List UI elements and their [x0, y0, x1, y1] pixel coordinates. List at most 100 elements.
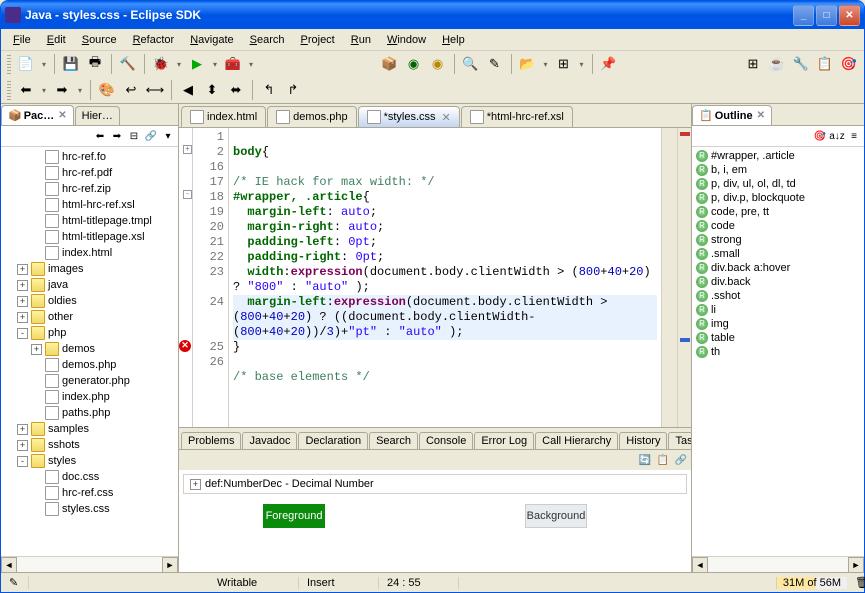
link-editor-icon[interactable]: 🔗 [673, 452, 689, 468]
new-package-button[interactable]: 📦 [379, 53, 401, 75]
fwd-icon[interactable]: ➡ [109, 128, 125, 144]
build-button[interactable]: 🔨 [117, 53, 139, 75]
external-tools-button[interactable]: 🧰 [222, 53, 244, 75]
coloring-button[interactable]: 🎨 [96, 79, 118, 101]
tree-item[interactable]: hrc-ref.zip [3, 181, 176, 197]
bottom-tab-error-log[interactable]: Error Log [474, 432, 534, 449]
run-button[interactable]: ▶ [186, 53, 208, 75]
hierarchy-tab[interactable]: Hier… [75, 106, 120, 125]
region-prev-button[interactable]: ↰ [258, 79, 280, 101]
titlebar[interactable]: Java - styles.css - Eclipse SDK _ □ ✕ [1, 1, 864, 29]
outline-item[interactable]: R.small [694, 247, 862, 261]
close-button[interactable]: ✕ [839, 5, 860, 26]
outline-item[interactable]: Rth [694, 345, 862, 359]
expand-icon[interactable]: + [17, 264, 28, 275]
outline-tree[interactable]: R#wrapper, .articleRb, i, emRp, div, ul,… [692, 147, 864, 556]
new-class-button[interactable]: ◉ [403, 53, 425, 75]
tree-item[interactable]: html-titlepage.xsl [3, 229, 176, 245]
tree-item[interactable]: index.php [3, 389, 176, 405]
outline-item[interactable]: Rcode, pre, tt [694, 205, 862, 219]
open-type-button[interactable]: 📂 [517, 53, 539, 75]
outline-item[interactable]: Rcode [694, 219, 862, 233]
expand-icon[interactable]: + [17, 312, 28, 323]
back-icon[interactable]: ⬅ [92, 128, 108, 144]
close-icon[interactable]: ✕ [58, 110, 66, 121]
scrollbar-h[interactable]: ◄► [1, 556, 178, 572]
close-icon[interactable]: ✕ [442, 111, 451, 124]
bottom-tab-problems[interactable]: Problems [181, 432, 241, 449]
debug-button[interactable]: 🐞 [150, 53, 172, 75]
pin-button[interactable]: 📌 [598, 53, 620, 75]
minimize-button[interactable]: _ [793, 5, 814, 26]
tree-item[interactable]: styles.css [3, 501, 176, 517]
outline-item[interactable]: Rp, div, ul, ol, dl, td [694, 177, 862, 191]
scrollbar-v[interactable] [661, 128, 677, 427]
menu-source[interactable]: Source [74, 32, 125, 48]
editor-tab[interactable]: demos.php [267, 106, 356, 127]
toggle-button[interactable]: ⊞ [553, 53, 575, 75]
outline-item[interactable]: Rdiv.back a:hover [694, 261, 862, 275]
menu-project[interactable]: Project [293, 32, 343, 48]
tree-item[interactable]: +sshots [3, 437, 176, 453]
tree-item[interactable]: +oldies [3, 293, 176, 309]
maximize-button[interactable]: □ [816, 5, 837, 26]
outline-item[interactable]: Rb, i, em [694, 163, 862, 177]
expand-icon[interactable]: - [17, 456, 28, 467]
tree-item[interactable]: doc.css [3, 469, 176, 485]
expand-icon[interactable]: + [31, 344, 42, 355]
outline-item[interactable]: R.sshot [694, 289, 862, 303]
expand-icon[interactable]: + [17, 440, 28, 451]
menu-icon[interactable]: ▾ [160, 128, 176, 144]
file-tree[interactable]: hrc-ref.fohrc-ref.pdfhrc-ref.ziphtml-hrc… [1, 147, 178, 556]
team-persp-button[interactable]: 📋 [814, 53, 836, 75]
refresh-icon[interactable]: 🔄 [637, 452, 653, 468]
tree-item[interactable]: -styles [3, 453, 176, 469]
menu-window[interactable]: Window [379, 32, 434, 48]
pairs-button[interactable]: ⟷ [144, 79, 166, 101]
focus-icon[interactable]: 🎯 [812, 128, 828, 144]
bottom-tab-javadoc[interactable]: Javadoc [242, 432, 297, 449]
tree-item[interactable]: paths.php [3, 405, 176, 421]
expand-icon[interactable]: - [17, 328, 28, 339]
new-source-button[interactable]: ◉ [427, 53, 449, 75]
expand-icon[interactable]: + [17, 296, 28, 307]
save-button[interactable]: 💾 [60, 53, 82, 75]
outline-item[interactable]: Rtable [694, 331, 862, 345]
editor-tab[interactable]: index.html [181, 106, 266, 127]
outline-item[interactable]: Rimg [694, 317, 862, 331]
outline-item[interactable]: Rli [694, 303, 862, 317]
tree-item[interactable]: hrc-ref.css [3, 485, 176, 501]
expand-icon[interactable]: + [17, 424, 28, 435]
menu-edit[interactable]: Edit [39, 32, 74, 48]
outline-tab[interactable]: 📋 Outline✕ [692, 105, 772, 125]
bottom-tab-history[interactable]: History [619, 432, 667, 449]
region-next-button[interactable]: ↱ [282, 79, 304, 101]
bottom-tab-console[interactable]: Console [419, 432, 473, 449]
outline-item[interactable]: Rdiv.back [694, 275, 862, 289]
sort-icon[interactable]: a↓z [829, 128, 845, 144]
filter-icon[interactable]: 📋 [655, 452, 671, 468]
menu-navigate[interactable]: Navigate [182, 32, 241, 48]
menu-file[interactable]: File [5, 32, 39, 48]
debug-persp-button[interactable]: 🔧 [790, 53, 812, 75]
menu-search[interactable]: Search [242, 32, 293, 48]
bottom-tab-declaration[interactable]: Declaration [298, 432, 368, 449]
search-button[interactable]: 🔍 [460, 53, 482, 75]
tree-item[interactable]: index.html [3, 245, 176, 261]
outline-item[interactable]: Rp, div.p, blockquote [694, 191, 862, 205]
tree-item[interactable]: hrc-ref.fo [3, 149, 176, 165]
tree-item[interactable]: +demos [3, 341, 176, 357]
outline-item[interactable]: R#wrapper, .article [694, 149, 862, 163]
tree-item[interactable]: html-hrc-ref.xsl [3, 197, 176, 213]
bottom-tab-call-hierarchy[interactable]: Call Hierarchy [535, 432, 618, 449]
menu-help[interactable]: Help [434, 32, 473, 48]
scrollbar-h[interactable]: ◄► [692, 556, 864, 572]
persp-icon[interactable]: ⊞ [742, 53, 764, 75]
menu-refactor[interactable]: Refactor [125, 32, 183, 48]
bottom-tab-tasks[interactable]: Tasks [668, 432, 691, 449]
back-button[interactable]: ⬅ [15, 79, 37, 101]
tree-item[interactable]: hrc-ref.pdf [3, 165, 176, 181]
code-editor[interactable]: body{/* IE hack for max width: */#wrappe… [229, 128, 661, 427]
print-button[interactable]: 🖶 [84, 53, 106, 75]
tree-item[interactable]: demos.php [3, 357, 176, 373]
